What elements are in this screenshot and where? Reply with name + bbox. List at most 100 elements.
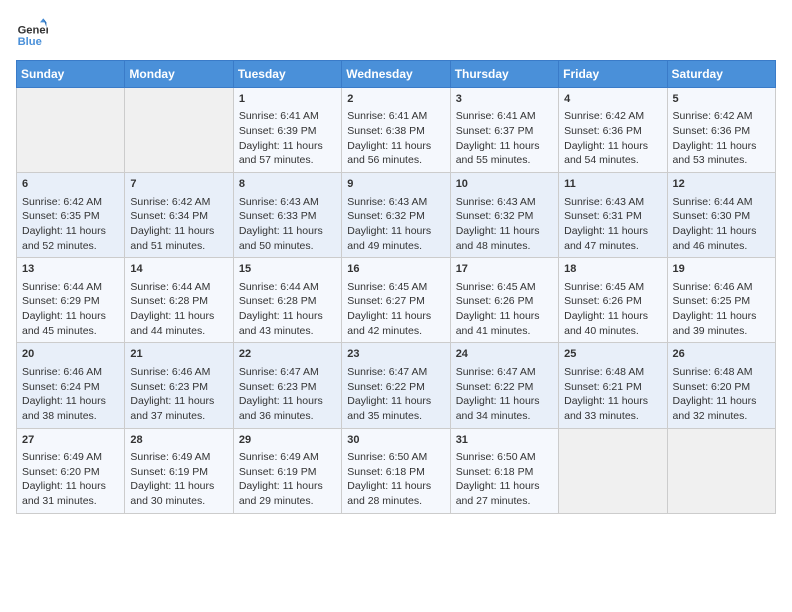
day-cell: 9Sunrise: 6:43 AMSunset: 6:32 PMDaylight… — [342, 173, 450, 258]
day-info-line: Sunset: 6:27 PM — [347, 294, 444, 309]
day-info-line: Sunrise: 6:41 AM — [347, 109, 444, 124]
day-info-line: Daylight: 11 hours and 49 minutes. — [347, 224, 444, 253]
day-info-line: Sunset: 6:26 PM — [456, 294, 553, 309]
day-info-line: Sunrise: 6:45 AM — [347, 280, 444, 295]
day-number: 19 — [673, 262, 770, 277]
day-info-line: Sunrise: 6:42 AM — [564, 109, 661, 124]
day-info-line: Daylight: 11 hours and 39 minutes. — [673, 309, 770, 338]
day-info-line: Daylight: 11 hours and 29 minutes. — [239, 479, 336, 508]
week-row-2: 6Sunrise: 6:42 AMSunset: 6:35 PMDaylight… — [17, 173, 776, 258]
day-cell: 6Sunrise: 6:42 AMSunset: 6:35 PMDaylight… — [17, 173, 125, 258]
day-info-line: Daylight: 11 hours and 54 minutes. — [564, 139, 661, 168]
day-cell — [667, 428, 775, 513]
day-info-line: Sunrise: 6:46 AM — [130, 365, 227, 380]
day-info-line: Sunrise: 6:49 AM — [130, 450, 227, 465]
day-info-line: Sunset: 6:32 PM — [456, 209, 553, 224]
day-info-line: Sunrise: 6:50 AM — [456, 450, 553, 465]
day-number: 13 — [22, 262, 119, 277]
day-info-line: Sunrise: 6:45 AM — [456, 280, 553, 295]
header-row: SundayMondayTuesdayWednesdayThursdayFrid… — [17, 61, 776, 88]
day-info-line: Daylight: 11 hours and 57 minutes. — [239, 139, 336, 168]
day-cell: 30Sunrise: 6:50 AMSunset: 6:18 PMDayligh… — [342, 428, 450, 513]
day-info-line: Sunset: 6:19 PM — [130, 465, 227, 480]
day-cell: 11Sunrise: 6:43 AMSunset: 6:31 PMDayligh… — [559, 173, 667, 258]
day-number: 24 — [456, 347, 553, 362]
day-cell: 12Sunrise: 6:44 AMSunset: 6:30 PMDayligh… — [667, 173, 775, 258]
day-cell: 5Sunrise: 6:42 AMSunset: 6:36 PMDaylight… — [667, 88, 775, 173]
day-info-line: Sunrise: 6:44 AM — [130, 280, 227, 295]
day-info-line: Sunset: 6:36 PM — [673, 124, 770, 139]
day-number: 7 — [130, 177, 227, 192]
day-cell: 15Sunrise: 6:44 AMSunset: 6:28 PMDayligh… — [233, 258, 341, 343]
day-info-line: Daylight: 11 hours and 37 minutes. — [130, 394, 227, 423]
day-cell: 25Sunrise: 6:48 AMSunset: 6:21 PMDayligh… — [559, 343, 667, 428]
day-cell — [17, 88, 125, 173]
svg-text:General: General — [18, 25, 48, 37]
day-info-line: Sunrise: 6:43 AM — [239, 195, 336, 210]
day-info-line: Sunset: 6:21 PM — [564, 380, 661, 395]
week-row-5: 27Sunrise: 6:49 AMSunset: 6:20 PMDayligh… — [17, 428, 776, 513]
day-number: 29 — [239, 433, 336, 448]
day-info-line: Sunrise: 6:49 AM — [22, 450, 119, 465]
day-info-line: Sunset: 6:33 PM — [239, 209, 336, 224]
day-number: 22 — [239, 347, 336, 362]
day-info-line: Sunrise: 6:48 AM — [564, 365, 661, 380]
day-info-line: Daylight: 11 hours and 56 minutes. — [347, 139, 444, 168]
day-info-line: Daylight: 11 hours and 30 minutes. — [130, 479, 227, 508]
day-number: 27 — [22, 433, 119, 448]
day-info-line: Sunset: 6:39 PM — [239, 124, 336, 139]
day-number: 14 — [130, 262, 227, 277]
page-header: General Blue — [16, 16, 776, 48]
day-cell: 2Sunrise: 6:41 AMSunset: 6:38 PMDaylight… — [342, 88, 450, 173]
day-info-line: Daylight: 11 hours and 28 minutes. — [347, 479, 444, 508]
day-info-line: Daylight: 11 hours and 27 minutes. — [456, 479, 553, 508]
day-cell: 10Sunrise: 6:43 AMSunset: 6:32 PMDayligh… — [450, 173, 558, 258]
day-info-line: Daylight: 11 hours and 50 minutes. — [239, 224, 336, 253]
day-number: 11 — [564, 177, 661, 192]
day-info-line: Sunrise: 6:47 AM — [456, 365, 553, 380]
day-cell: 31 Sunrise: 6:50 AMSunset: 6:18 PMDayligh… — [450, 428, 558, 513]
day-info-line: Daylight: 11 hours and 42 minutes. — [347, 309, 444, 338]
day-info-line: Sunrise: 6:42 AM — [22, 195, 119, 210]
day-number: 28 — [130, 433, 227, 448]
day-number: 5 — [673, 92, 770, 107]
day-cell: 19Sunrise: 6:46 AMSunset: 6:25 PMDayligh… — [667, 258, 775, 343]
day-info-line: Daylight: 11 hours and 33 minutes. — [564, 394, 661, 423]
day-number: 15 — [239, 262, 336, 277]
day-cell: 14Sunrise: 6:44 AMSunset: 6:28 PMDayligh… — [125, 258, 233, 343]
day-cell: 4Sunrise: 6:42 AMSunset: 6:36 PMDaylight… — [559, 88, 667, 173]
day-info-line: Sunrise: 6:41 AM — [239, 109, 336, 124]
day-number: 31 — [456, 433, 553, 448]
day-info-line: Sunset: 6:20 PM — [673, 380, 770, 395]
day-number: 23 — [347, 347, 444, 362]
day-cell: 29Sunrise: 6:49 AMSunset: 6:19 PMDayligh… — [233, 428, 341, 513]
week-row-3: 13Sunrise: 6:44 AMSunset: 6:29 PMDayligh… — [17, 258, 776, 343]
day-number: 3 — [456, 92, 553, 107]
day-cell: 28 Sunrise: 6:49 AMSunset: 6:19 PMDayligh… — [125, 428, 233, 513]
day-info-line: Sunset: 6:20 PM — [22, 465, 119, 480]
day-info-line: Daylight: 11 hours and 52 minutes. — [22, 224, 119, 253]
day-info-line: Sunset: 6:18 PM — [456, 465, 553, 480]
day-cell: 1 Sunrise: 6:41 AMSunset: 6:39 PMDaylight… — [233, 88, 341, 173]
header-cell-sunday: Sunday — [17, 61, 125, 88]
day-number: 6 — [22, 177, 119, 192]
day-number: 10 — [456, 177, 553, 192]
day-number: 1 — [239, 92, 336, 107]
day-info-line: Daylight: 11 hours and 55 minutes. — [456, 139, 553, 168]
day-cell: 3Sunrise: 6:41 AMSunset: 6:37 PMDaylight… — [450, 88, 558, 173]
day-info-line: Daylight: 11 hours and 45 minutes. — [22, 309, 119, 338]
day-cell: 18Sunrise: 6:45 AMSunset: 6:26 PMDayligh… — [559, 258, 667, 343]
day-info-line: Daylight: 11 hours and 34 minutes. — [456, 394, 553, 423]
day-info-line: Sunset: 6:34 PM — [130, 209, 227, 224]
day-number: 20 — [22, 347, 119, 362]
day-info-line: Sunrise: 6:46 AM — [673, 280, 770, 295]
day-cell: 13Sunrise: 6:44 AMSunset: 6:29 PMDayligh… — [17, 258, 125, 343]
day-info-line: Daylight: 11 hours and 32 minutes. — [673, 394, 770, 423]
header-cell-monday: Monday — [125, 61, 233, 88]
day-info-line: Sunrise: 6:47 AM — [347, 365, 444, 380]
day-info-line: Sunset: 6:37 PM — [456, 124, 553, 139]
day-cell: 7Sunrise: 6:42 AMSunset: 6:34 PMDaylight… — [125, 173, 233, 258]
day-info-line: Sunrise: 6:46 AM — [22, 365, 119, 380]
day-cell: 16Sunrise: 6:45 AMSunset: 6:27 PMDayligh… — [342, 258, 450, 343]
day-info-line: Sunset: 6:28 PM — [130, 294, 227, 309]
